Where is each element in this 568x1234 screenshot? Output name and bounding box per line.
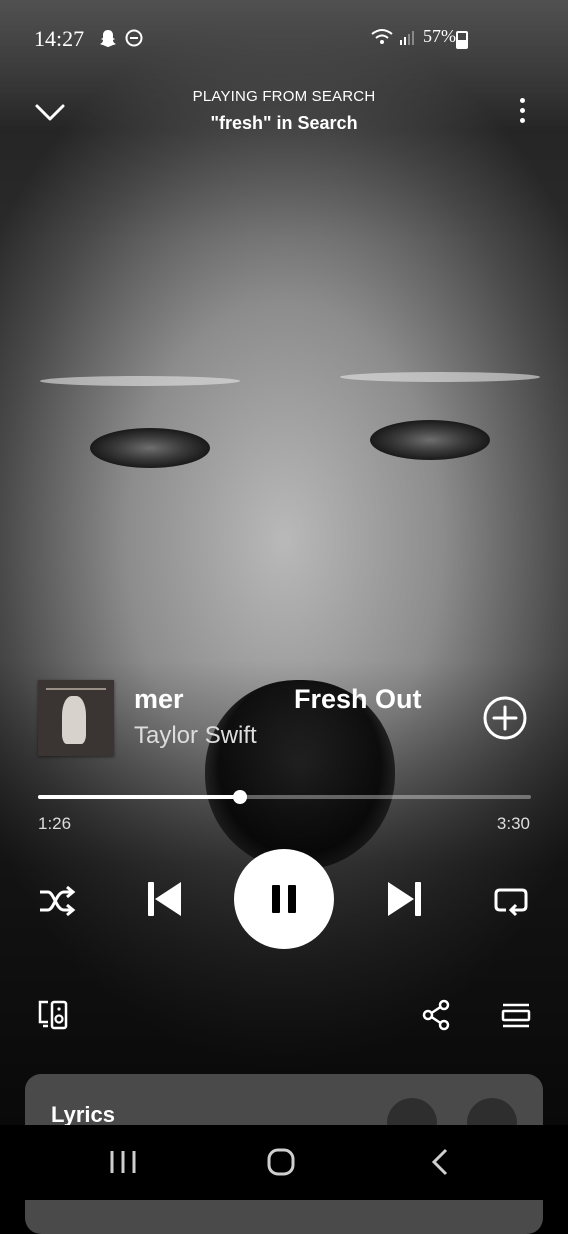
playing-from-label: PLAYING FROM SEARCH (192, 88, 376, 105)
back-icon (431, 1148, 448, 1176)
more-vertical-icon (518, 98, 528, 123)
share-icon (422, 999, 450, 1031)
shuffle-button[interactable] (38, 884, 76, 918)
do-not-disturb-icon (124, 28, 144, 53)
shuffle-icon (40, 885, 76, 917)
battery-percent: 57% (423, 26, 456, 46)
system-navigation-bar (0, 1125, 568, 1200)
recent-apps-icon (110, 1151, 136, 1173)
background-artwork (0, 0, 568, 1200)
share-button[interactable] (420, 998, 454, 1032)
pause-button[interactable] (234, 849, 334, 949)
skip-previous-icon (148, 882, 181, 916)
queue-icon (501, 1003, 531, 1028)
wifi-signal-icon (370, 26, 418, 53)
track-title-marquee[interactable]: mer Fresh Out (134, 684, 434, 720)
connect-device-button[interactable] (36, 998, 70, 1032)
album-art-thumbnail[interactable] (38, 680, 114, 756)
progress-fill (38, 795, 241, 799)
repeat-button[interactable] (492, 884, 530, 918)
previous-button[interactable] (145, 879, 185, 919)
skip-next-icon (388, 882, 421, 916)
queue-button[interactable] (500, 1000, 532, 1032)
recent-apps-button[interactable] (104, 1145, 144, 1179)
add-circle-icon (483, 696, 527, 740)
status-time: 14:27 (34, 26, 85, 51)
snapchat-icon (98, 28, 118, 53)
track-artist[interactable]: Taylor Swift (134, 722, 257, 750)
add-to-library-button[interactable] (482, 695, 528, 741)
total-time: 3:30 (496, 814, 530, 833)
home-button[interactable] (261, 1145, 301, 1179)
repeat-icon (494, 888, 528, 917)
connect-device-icon (38, 1000, 68, 1030)
home-icon (267, 1148, 295, 1176)
progress-bar[interactable] (38, 790, 531, 804)
elapsed-time: 1:26 (38, 814, 72, 833)
battery-icon (456, 31, 468, 49)
next-button[interactable] (384, 879, 424, 919)
track-title-start: mer (134, 684, 184, 714)
track-title-end: Fresh Out (294, 684, 422, 714)
more-options-button[interactable] (518, 98, 528, 132)
back-button[interactable] (420, 1145, 460, 1179)
playing-from-source[interactable]: "fresh" in Search (0, 113, 568, 134)
status-bar: 14:27 57% (0, 0, 568, 64)
